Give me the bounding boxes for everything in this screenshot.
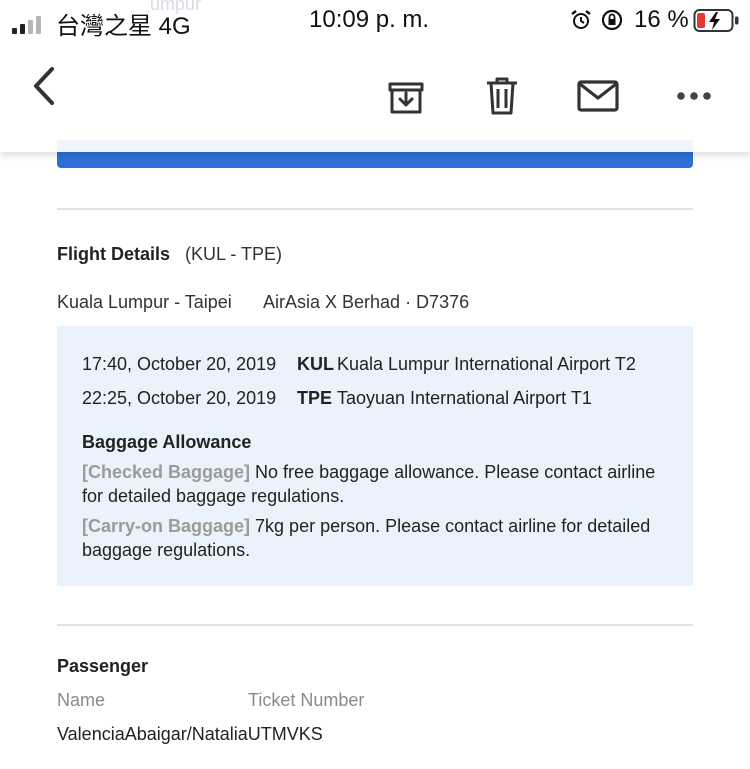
departure-datetime: 17:40, October 20, 2019	[82, 354, 277, 374]
more-icon	[677, 92, 711, 100]
route-label: Kuala Lumpur - Taipei	[57, 292, 232, 312]
name-column-label: Name	[57, 690, 106, 710]
mail-button[interactable]	[574, 72, 622, 120]
carryon-baggage-tag: [Carry-on Baggage]	[82, 516, 251, 536]
carrier-label: 台灣之星 4G	[56, 13, 191, 40]
mail-icon	[577, 80, 619, 112]
archive-button[interactable]	[382, 72, 430, 120]
arrival-datetime: 22:25, October 20, 2019	[82, 388, 277, 408]
divider	[57, 624, 693, 626]
more-button[interactable]	[670, 72, 718, 120]
signal-icon	[12, 16, 41, 34]
departure-code: KUL	[297, 354, 334, 374]
status-time: 10:09 p. m.	[309, 6, 430, 33]
divider	[57, 208, 693, 210]
airline-flight: AirAsia X Berhad · D7376	[263, 292, 470, 312]
checked-baggage-text: [Checked Baggage] No free baggage allowa…	[82, 460, 672, 508]
passenger-heading: Passenger	[57, 656, 149, 676]
back-chevron-icon	[34, 67, 54, 105]
back-button[interactable]	[20, 62, 68, 110]
arrival-airport: Taoyuan International Airport T1	[337, 388, 592, 408]
departure-airport: Kuala Lumpur International Airport T2	[337, 354, 636, 374]
checked-baggage-tag: [Checked Baggage]	[82, 462, 251, 482]
trash-icon	[487, 77, 517, 115]
battery-percent: 16 %	[634, 6, 689, 33]
alarm-icon	[569, 8, 593, 37]
ticket-column-label: Ticket Number	[248, 690, 365, 710]
battery-charging-icon	[693, 8, 741, 39]
trash-button[interactable]	[478, 72, 526, 120]
route-code: (KUL - TPE)	[185, 244, 283, 264]
flight-details-heading: Flight Details	[57, 244, 171, 264]
mail-toolbar	[0, 40, 750, 152]
rotation-lock-icon	[600, 8, 624, 37]
baggage-heading: Baggage Allowance	[82, 432, 252, 452]
passenger-name: ValenciaAbaigar/NataliaUTMVKS	[57, 724, 323, 744]
carryon-baggage-text: [Carry-on Baggage] 7kg per person. Pleas…	[82, 514, 672, 562]
archive-icon	[388, 82, 424, 114]
status-bar: umpur 台灣之星 4G 10:09 p. m. 16 %	[0, 0, 750, 40]
arrival-code: TPE	[297, 388, 333, 408]
